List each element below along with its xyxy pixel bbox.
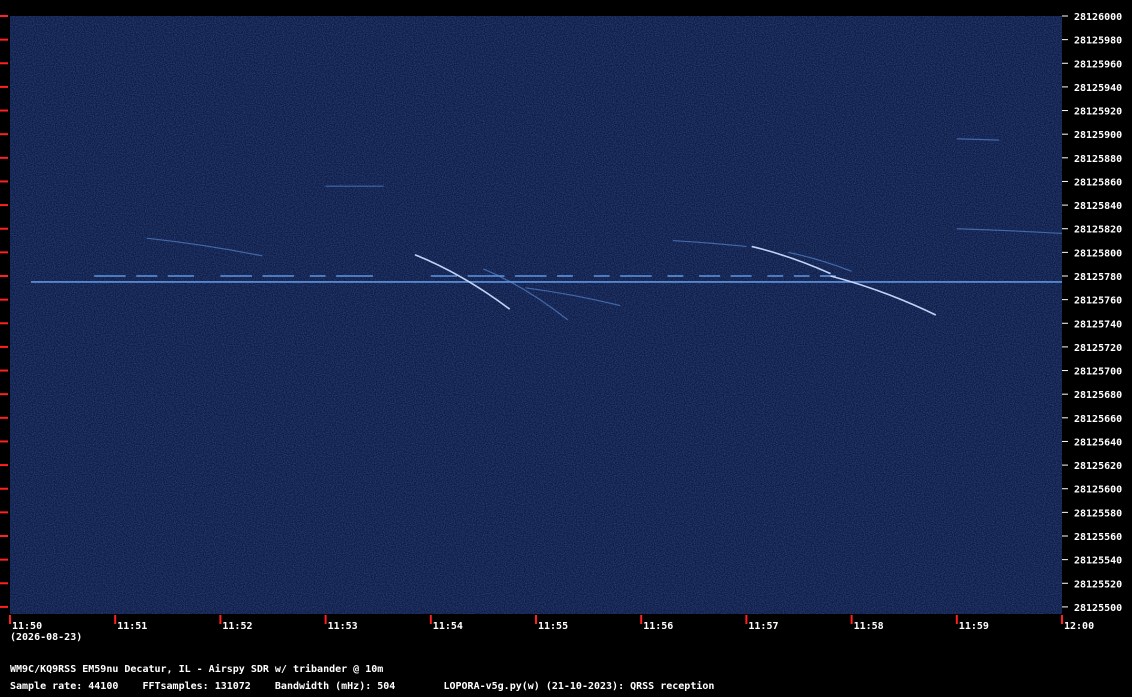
y-tick-label-5: 28125900 — [1074, 130, 1122, 141]
y-tick-label-19: 28125620 — [1074, 461, 1122, 472]
y-tick-label-22: 28125560 — [1074, 532, 1122, 543]
y-tick-label-14: 28125720 — [1074, 343, 1122, 354]
x-tick-label-0: 11:50 — [12, 621, 42, 632]
y-tick-label-0: 28126000 — [1074, 12, 1122, 23]
y-tick-label-12: 28125760 — [1074, 296, 1122, 307]
y-tick-label-20: 28125600 — [1074, 485, 1122, 496]
y-tick-label-24: 28125520 — [1074, 579, 1122, 590]
y-tick-label-1: 28125980 — [1074, 36, 1122, 47]
x-tick-label-6: 11:56 — [643, 621, 673, 632]
y-tick-label-10: 28125800 — [1074, 248, 1122, 259]
date-label: (2026-08-23) — [10, 632, 83, 643]
station-label: WM9C/KQ9RSS EM59nu Decatur, IL - Airspy … — [10, 664, 384, 675]
x-tick-label-7: 11:57 — [748, 621, 778, 632]
y-tick-label-15: 28125700 — [1074, 367, 1122, 378]
settings-label: Sample rate: 44100 FFTsamples: 131072 Ba… — [10, 681, 715, 692]
x-tick-label-3: 11:53 — [328, 621, 358, 632]
x-axis: 11:50 11:51 11:52 11:53 11:54 11:55 11:56 11:57… — [9, 615, 1094, 632]
waterfall-chart: 28126000 28125980 28125960 28125940 28125920… — [0, 12, 1122, 632]
y-tick-label-8: 28125840 — [1074, 201, 1122, 212]
y-tick-label-11: 28125780 — [1074, 272, 1122, 283]
y-tick-label-17: 28125660 — [1074, 414, 1122, 425]
y-tick-label-25: 28125500 — [1074, 603, 1122, 614]
y-tick-label-18: 28125640 — [1074, 437, 1122, 448]
x-tick-label-1: 11:51 — [117, 621, 147, 632]
y-tick-label-4: 28125920 — [1074, 107, 1122, 118]
y-tick-label-16: 28125680 — [1074, 390, 1122, 401]
y-tick-label-21: 28125580 — [1074, 508, 1122, 519]
y-tick-label-2: 28125960 — [1074, 59, 1122, 70]
y-tick-label-6: 28125880 — [1074, 154, 1122, 165]
x-tick-label-10: 12:00 — [1064, 621, 1094, 632]
plot-noise — [10, 16, 1062, 614]
y-tick-label-7: 28125860 — [1074, 177, 1122, 188]
y-tick-label-23: 28125540 — [1074, 556, 1122, 567]
x-tick-label-8: 11:58 — [854, 621, 884, 632]
y-tick-label-13: 28125740 — [1074, 319, 1122, 330]
y-tick-label-9: 28125820 — [1074, 225, 1122, 236]
x-tick-label-5: 11:55 — [538, 621, 568, 632]
x-tick-label-9: 11:59 — [959, 621, 989, 632]
x-tick-label-4: 11:54 — [433, 621, 463, 632]
y-tick-label-3: 28125940 — [1074, 83, 1122, 94]
x-tick-label-2: 11:52 — [222, 621, 252, 632]
